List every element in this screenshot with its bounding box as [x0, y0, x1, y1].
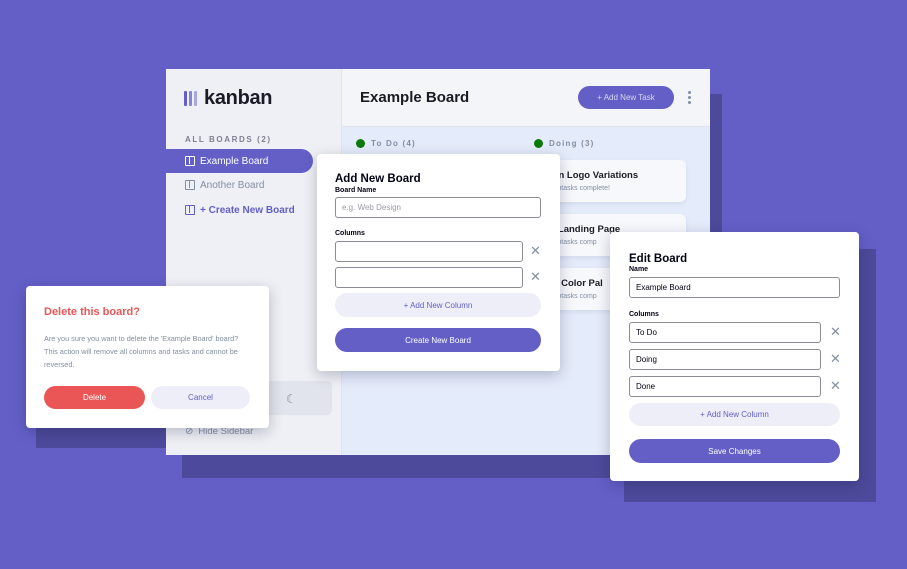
add-new-column-button[interactable]: + Add New Column [335, 293, 541, 317]
column-input[interactable] [335, 241, 523, 262]
column-input[interactable]: Done [629, 376, 821, 397]
page-title: Example Board [360, 89, 470, 106]
sidebar-item-another-board[interactable]: Another Board [166, 173, 265, 197]
task-title: ign Logo Variations [550, 170, 639, 181]
sidebar-item-label: Another Board [200, 179, 265, 191]
delete-title: Delete this board? [44, 306, 140, 318]
logo: kanban [184, 87, 273, 110]
columns-label: Columns [335, 230, 365, 237]
delete-button[interactable]: Delete [44, 386, 145, 409]
board-icon [185, 205, 195, 215]
logo-icon [184, 91, 197, 106]
column-title: To Do (4) [371, 139, 416, 148]
sidebar-item-example-board[interactable]: Example Board [166, 149, 313, 173]
kebab-menu-icon[interactable] [688, 91, 691, 104]
column-input[interactable]: Doing [629, 349, 821, 370]
close-icon[interactable]: ✕ [830, 379, 841, 392]
close-icon[interactable]: ✕ [530, 270, 541, 283]
cancel-button[interactable]: Cancel [151, 386, 250, 409]
close-icon[interactable]: ✕ [530, 244, 541, 257]
board-icon [185, 156, 195, 166]
add-new-task-button[interactable]: + Add New Task [578, 86, 674, 109]
delete-board-modal: Delete this board? Are you sure you want… [26, 286, 269, 428]
board-header: Example Board + Add New Task [342, 69, 710, 127]
board-name-label: Board Name [335, 187, 377, 194]
board-name-input[interactable]: Example Board [629, 277, 840, 298]
all-boards-heading: ALL BOARDS (2) [185, 135, 272, 144]
board-name-input[interactable]: e.g. Web Design [335, 197, 541, 218]
column-title: Doing (3) [549, 139, 595, 148]
close-icon[interactable]: ✕ [830, 352, 841, 365]
status-dot [356, 139, 365, 148]
column-input[interactable]: To Do [629, 322, 821, 343]
modal-title: Add New Board [335, 173, 421, 185]
create-new-board-submit-button[interactable]: Create New Board [335, 328, 541, 352]
column-header-doing: Doing (3) [534, 139, 594, 148]
save-changes-button[interactable]: Save Changes [629, 439, 840, 463]
task-card[interactable]: ign Logo Variations subtasks complete! [538, 160, 686, 202]
create-new-board-button[interactable]: + Create New Board [166, 198, 295, 222]
add-new-column-button[interactable]: + Add New Column [629, 403, 840, 426]
modal-title: Edit Board [629, 253, 688, 265]
close-icon[interactable]: ✕ [830, 325, 841, 338]
sidebar-item-label: Example Board [200, 155, 269, 167]
board-icon [185, 180, 195, 190]
logo-text: kanban [204, 87, 273, 109]
edit-board-modal: Edit Board Name Example Board Columns To… [610, 232, 859, 481]
column-input[interactable] [335, 267, 523, 288]
status-dot [534, 139, 543, 148]
delete-message: Are you sure you want to delete the 'Exa… [44, 334, 239, 369]
column-header-todo: To Do (4) [356, 139, 416, 148]
name-label: Name [629, 266, 649, 273]
add-new-board-modal: Add New Board Board Name e.g. Web Design… [317, 154, 560, 371]
columns-label: Columns [629, 311, 659, 318]
task-subtasks: subtasks complete! [550, 185, 610, 192]
create-board-label: + Create New Board [200, 204, 295, 216]
moon-icon: ☾ [286, 392, 297, 406]
